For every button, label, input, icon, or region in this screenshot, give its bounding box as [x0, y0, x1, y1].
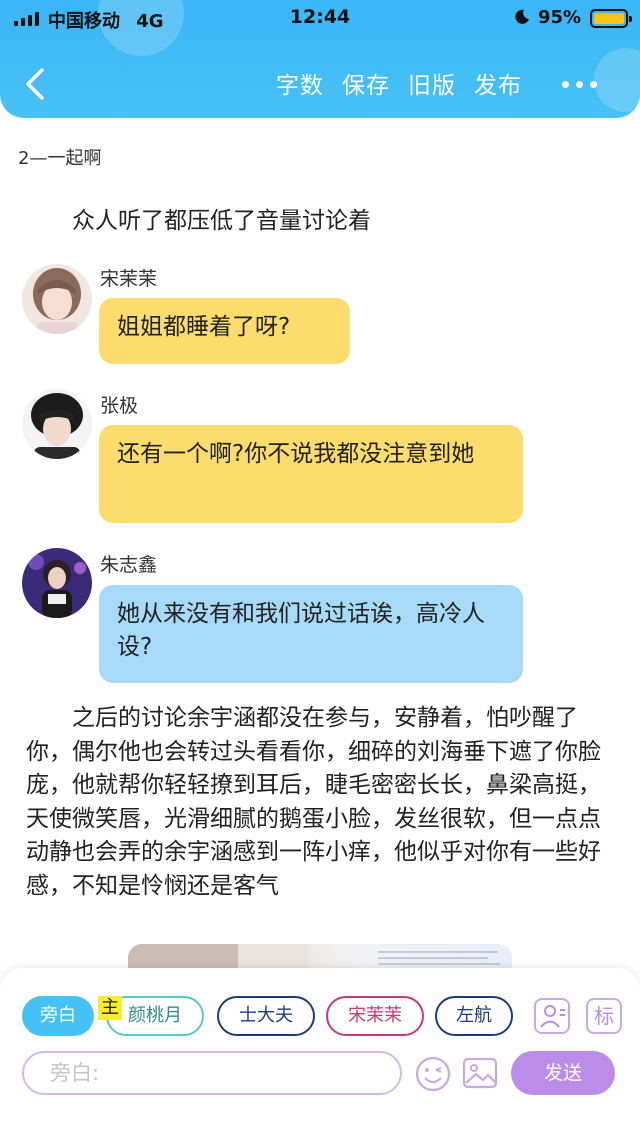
avatar[interactable] [22, 389, 92, 459]
moon-icon [515, 9, 529, 24]
add-character-icon[interactable] [534, 998, 570, 1034]
emoji-icon[interactable] [414, 1055, 452, 1093]
chat-bubble: 还有一个啊?你不说我都没注意到她 [99, 425, 523, 523]
chat-bubble: 她从来没有和我们说过话诶，高冷人设? [99, 585, 523, 683]
role-chip-zuo-hang[interactable]: 左航 [435, 996, 513, 1036]
battery-percent: 95% [538, 7, 582, 28]
more-options-icon[interactable] [562, 72, 602, 96]
save-button[interactable]: 保存 [342, 66, 390, 100]
old-version-button[interactable]: 旧版 [408, 66, 456, 100]
speaker-name: 宋茉茉 [100, 268, 158, 290]
nav-actions: 字数 保存 旧版 发布 [276, 66, 522, 100]
narration-text: 之后的讨论余宇涵都没在参与，安静着，怕吵醒了你，偶尔他也会转过头看看你，细碎的刘… [26, 705, 601, 899]
role-chip-narrator[interactable]: 旁白 [22, 996, 94, 1036]
avatar[interactable] [22, 548, 92, 618]
speaker-name: 张极 [100, 395, 139, 417]
role-chip-shi-dafu[interactable]: 士大夫 [217, 996, 315, 1036]
back-arrow-icon[interactable] [20, 64, 52, 104]
role-chip-song-momo[interactable]: 宋茉茉 [326, 996, 424, 1036]
word-count-button[interactable]: 字数 [276, 66, 324, 100]
send-button[interactable]: 发送 [511, 1051, 615, 1095]
publish-button[interactable]: 发布 [474, 66, 522, 100]
tag-icon[interactable]: 标 [586, 998, 622, 1034]
top-header: 中国移动 4G 12:44 95% 字数 保存 旧版 发布 [0, 0, 640, 118]
chat-bubble: 姐姐都睡着了呀? [99, 298, 350, 364]
narration-text: 众人听了都压低了音量讨论着 [72, 208, 371, 234]
status-bar: 中国移动 4G 12:44 95% [0, 0, 640, 38]
avatar[interactable] [22, 264, 92, 334]
message-input[interactable] [22, 1051, 402, 1095]
speaker-name: 朱志鑫 [100, 554, 158, 576]
image-icon[interactable] [462, 1055, 498, 1091]
chapter-title: 2—一起啊 [18, 148, 102, 169]
battery-icon [590, 9, 632, 28]
protagonist-badge: 主 [98, 996, 122, 1020]
